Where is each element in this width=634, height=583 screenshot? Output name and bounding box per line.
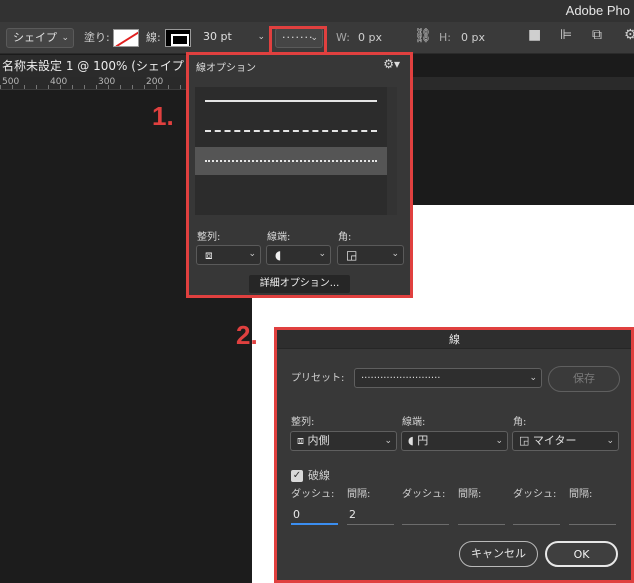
dialog-highlight [274,327,634,583]
stroke-width-field[interactable]: 30 pt ⌄ [197,28,269,48]
width-value[interactable]: 0 px [358,31,382,45]
popup-highlight [186,52,413,298]
height-label: H: [439,31,451,44]
link-icon[interactable]: ⛓ [414,28,432,44]
horizontal-ruler-right [410,77,634,90]
ruler-tick-label: 400 [50,77,68,87]
app-title: Adobe Pho [565,3,630,18]
tool-mode-dropdown[interactable]: シェイプ ⌄ [6,28,74,48]
width-label: W: [336,31,350,44]
fill-swatch[interactable] [113,29,139,47]
chevron-down-icon: ⌄ [61,33,69,43]
stroke-width-value: 30 pt [203,30,232,43]
tool-mode-value: シェイプ [13,31,57,44]
no-fill-icon [115,30,138,46]
ruler-tick-label: 500 [2,77,20,87]
path-alignment-icon[interactable]: ⊫ [560,27,572,43]
stroke-type-highlight [269,26,327,54]
stroke-swatch[interactable] [165,29,191,47]
ruler-tick-label: 200 [146,77,164,87]
stroke-label: 線: [146,31,161,44]
path-operations-icon[interactable]: ■ [528,27,541,43]
step-two-label: 2. [236,320,258,350]
title-bar: Adobe Pho [0,0,634,22]
height-value[interactable]: 0 px [461,31,485,45]
step-one-label: 1. [152,101,174,131]
settings-gear-icon[interactable]: ⚙ [624,27,634,43]
chevron-down-icon: ⌄ [257,32,265,42]
horizontal-ruler: 500 400 300 200 100 [0,77,190,90]
ruler-tick-label: 300 [98,77,116,87]
path-arrangement-icon[interactable]: ⧉ [592,27,602,43]
document-tab[interactable]: 名称未設定 1 @ 100% (シェイプ 3 [0,55,190,77]
fill-label: 塗り: [84,31,110,44]
